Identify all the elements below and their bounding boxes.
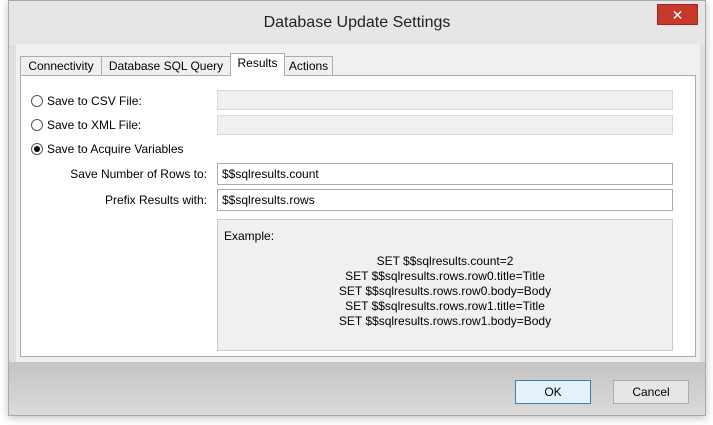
save-xml-option[interactable]: Save to XML File: bbox=[31, 117, 141, 133]
example-line: SET $$sqlresults.rows.row0.body=Body bbox=[338, 284, 552, 298]
tab-results[interactable]: Results bbox=[230, 53, 285, 76]
save-xml-radio[interactable] bbox=[31, 119, 43, 131]
tab-connectivity[interactable]: Connectivity bbox=[20, 56, 102, 75]
rows-count-label: Save Number of Rows to: bbox=[70, 167, 207, 181]
save-csv-radio[interactable] bbox=[31, 95, 43, 107]
results-panel: Save to CSV File: Save to XML File: Save… bbox=[20, 75, 696, 357]
dialog-content: Connectivity Database SQL Query Results … bbox=[16, 44, 700, 362]
ok-button[interactable]: OK bbox=[515, 380, 591, 404]
example-lines: SET $$sqlresults.count=2 SET $$sqlresult… bbox=[218, 254, 672, 329]
prefix-label: Prefix Results with: bbox=[104, 193, 207, 207]
csv-file-field bbox=[217, 90, 673, 110]
tab-actions[interactable]: Actions bbox=[284, 56, 333, 75]
example-box: Example: SET $$sqlresults.count=2 SET $$… bbox=[217, 219, 673, 351]
rows-count-input[interactable]: $$sqlresults.count bbox=[217, 163, 673, 185]
close-icon: ✕ bbox=[671, 7, 684, 23]
example-line: SET $$sqlresults.rows.row1.body=Body bbox=[338, 314, 552, 328]
button-bar: OK Cancel bbox=[9, 362, 705, 415]
save-acquire-label: Save to Acquire Variables bbox=[47, 142, 184, 156]
cancel-button[interactable]: Cancel bbox=[613, 380, 689, 404]
save-acquire-option[interactable]: Save to Acquire Variables bbox=[31, 141, 184, 157]
save-csv-option[interactable]: Save to CSV File: bbox=[31, 93, 142, 109]
example-label: Example: bbox=[224, 229, 275, 243]
window-title: Database Update Settings bbox=[263, 14, 451, 31]
save-xml-label: Save to XML File: bbox=[47, 118, 142, 132]
prefix-input[interactable]: $$sqlresults.rows bbox=[217, 189, 673, 211]
dialog-window: Database Update Settings ✕ Connectivity … bbox=[8, 0, 706, 416]
example-line: SET $$sqlresults.rows.row1.title=Title bbox=[345, 299, 545, 313]
title-bar: Database Update Settings ✕ bbox=[9, 1, 705, 45]
save-csv-label: Save to CSV File: bbox=[47, 94, 142, 108]
xml-file-field bbox=[217, 115, 673, 135]
close-button[interactable]: ✕ bbox=[657, 4, 698, 25]
example-line: SET $$sqlresults.count=2 bbox=[376, 254, 514, 268]
example-line: SET $$sqlresults.rows.row0.title=Title bbox=[345, 269, 545, 283]
tab-database-sql-query[interactable]: Database SQL Query bbox=[101, 56, 231, 75]
save-acquire-radio[interactable] bbox=[31, 143, 43, 155]
